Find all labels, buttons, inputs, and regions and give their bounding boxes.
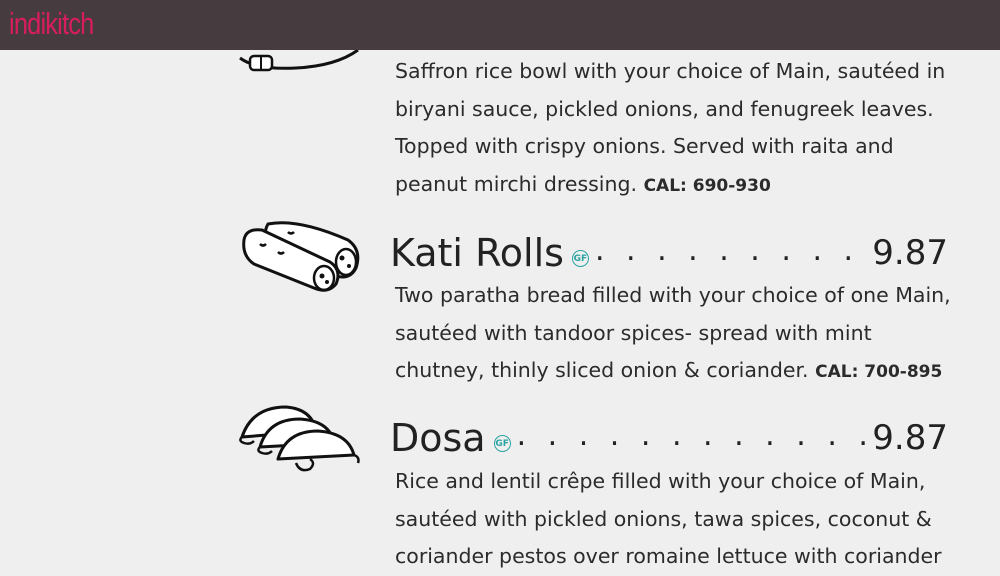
gluten-free-badge: GF [493,435,511,452]
top-navbar: indikitch [0,0,1000,50]
kati-rolls-illustration-icon [242,221,360,292]
item-description: Rice and lentil crêpe filled with your c… [395,463,960,576]
menu-item-header: Kati Rolls GF . . . . . . . . . . . . . … [390,225,948,275]
item-description: Two paratha bread filled with your choic… [395,277,960,392]
calorie-info: CAL: 700-895 [815,362,943,382]
item-description: Saffron rice bowl with your choice of Ma… [395,53,960,205]
item-name: Dosa [390,416,486,460]
menu-item-header: Dosa GF . . . . . . . . . . . . . . . . … [390,410,948,460]
gluten-free-badge: GF [571,250,589,267]
calorie-info: CAL: 690-930 [643,175,771,196]
dot-leader: . . . . . . . . . . . . . . . . . . . . … [516,418,867,453]
brand-logo[interactable]: indikitch [9,6,94,42]
item-description-text: Rice and lentil crêpe filled with your c… [395,469,942,568]
item-price: 9.87 [872,418,948,458]
dosa-illustration-icon [239,405,360,472]
item-price: 9.87 [872,233,948,273]
dot-leader: . . . . . . . . . . . . . . . . [594,233,866,268]
item-name: Kati Rolls [390,231,564,275]
